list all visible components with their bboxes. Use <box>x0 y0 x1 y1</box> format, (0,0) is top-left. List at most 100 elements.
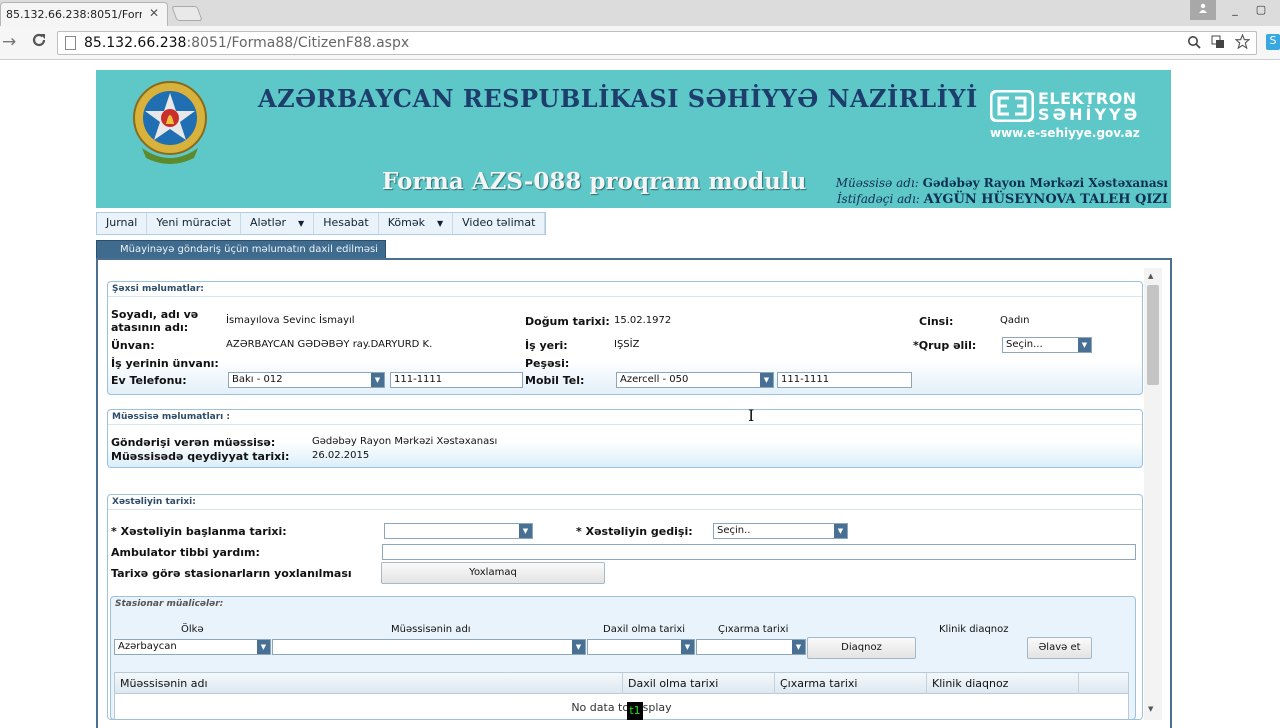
chevron-down-icon[interactable]: ▼ <box>371 373 384 387</box>
panel-divider <box>108 424 1142 425</box>
menu-item-new-request[interactable]: Yeni müraciət <box>147 213 242 234</box>
disability-group-value: Seçin... <box>1006 339 1043 350</box>
gender-label: Cinsi: <box>919 315 954 328</box>
bookmark-star-icon[interactable] <box>1234 33 1251 53</box>
e-sehiyye-logo: ELEKTRON SƏHİYYƏ www.e-sehiyye.gov.az <box>988 88 1160 144</box>
address-label: Ünvan: <box>111 339 155 352</box>
menu-item-help[interactable]: Kömək ▼ <box>379 213 454 234</box>
chevron-down-icon[interactable]: ▼ <box>760 373 773 387</box>
admission-date-picker[interactable]: ▼ <box>587 639 695 655</box>
page-scrollbar[interactable]: ▲ ▼ <box>1144 268 1162 720</box>
zoom-icon[interactable] <box>1187 36 1211 53</box>
main-menu: Jurnal Yeni müraciət Alətlər ▼ Hesabat Kö… <box>96 212 547 235</box>
browser-tab[interactable]: 85.132.66.238:8051/Forma ✕ <box>0 2 168 26</box>
user-info: İstifadəçi adı: AYGÜN HÜSEYNOVA TALEH QI… <box>837 192 1168 207</box>
home-phone-code-select[interactable]: Bakı - 012 ▼ <box>228 372 385 388</box>
institution-column-label: Müəssisənin adı <box>391 624 471 635</box>
stationary-treatments-panel: Stasionar müalicələr: Ölkə Müəssisənin a… <box>110 596 1136 720</box>
birth-date-value: 15.02.1972 <box>614 315 672 326</box>
stationary-institution-select[interactable]: ▼ <box>272 639 586 655</box>
chevron-down-icon[interactable]: ▼ <box>792 640 805 654</box>
panel-legend: Şəxsi məlumatlar: <box>112 284 204 294</box>
profession-label: Peşəsi: <box>525 357 570 370</box>
mobile-phone-input[interactable]: 111-1111 <box>777 372 912 388</box>
omnibox-icons <box>1187 33 1251 53</box>
menu-item-video-guide[interactable]: Video təlimat <box>453 213 546 234</box>
grid-column-header[interactable]: Çıxarma tarixi <box>775 673 927 694</box>
chevron-down-icon[interactable]: ▼ <box>572 640 585 654</box>
disease-course-value: Seçin.. <box>717 525 751 536</box>
chevron-down-icon[interactable]: ▼ <box>257 640 270 654</box>
name-label-line2: atasının adı: <box>111 321 189 334</box>
scrollbar-thumb[interactable] <box>1147 285 1159 385</box>
mobile-operator-select[interactable]: Azercell - 050 ▼ <box>616 372 774 388</box>
institution-info-label: Müəssisə adı: <box>835 176 919 190</box>
grid-empty-message: No data to display <box>571 701 672 714</box>
disease-start-date-picker[interactable]: ▼ <box>384 523 533 539</box>
browser-toolbar: → 85.132.66.238:8051/Forma88/CitizenF88.… <box>0 26 1280 60</box>
minimize-button[interactable]: _ <box>1222 0 1248 20</box>
logo-line-2: SƏHİYYƏ <box>1038 105 1141 124</box>
chevron-down-icon[interactable]: ▼ <box>1078 338 1091 352</box>
close-tab-icon[interactable]: ✕ <box>149 6 159 20</box>
back-arrow-icon[interactable]: → <box>2 32 16 52</box>
birth-date-label: Doğum tarixi: <box>525 315 610 328</box>
address-bar[interactable]: 85.132.66.238:8051/Forma88/CitizenF88.as… <box>57 31 1257 55</box>
disability-group-select[interactable]: Seçin... ▼ <box>1002 337 1092 353</box>
discharge-date-picker[interactable]: ▼ <box>696 639 806 655</box>
menu-item-label: Alətlər <box>250 216 287 229</box>
chevron-down-icon[interactable]: ▼ <box>834 524 847 538</box>
grid-header: Müəssisənin adı Daxil olma tarixi Çıxarm… <box>115 673 1128 694</box>
new-tab-button[interactable] <box>171 6 203 21</box>
reload-icon[interactable] <box>31 32 47 53</box>
module-title: Forma AZS-088 proqram modulu <box>382 168 807 195</box>
diagnosis-button[interactable]: Diaqnoz <box>807 637 916 659</box>
discharge-column-label: Çıxarma tarixi <box>718 624 789 635</box>
close-window-button[interactable] <box>1274 0 1280 20</box>
institution-info-value: Gədəbəy Rayon Mərkəzi Xəstəxanası <box>922 176 1168 190</box>
user-profile-icon[interactable] <box>1190 0 1216 20</box>
tab-referral-entry[interactable]: Müayinəyə göndəriş üçün məlumatın daxil … <box>96 240 386 259</box>
address-value: AZƏRBAYCAN GƏDƏBƏY ray.DARYURD K. <box>226 339 433 350</box>
chevron-down-icon[interactable]: ▼ <box>519 524 532 538</box>
sender-institution-label: Göndərişi verən müəssisə: <box>111 436 276 449</box>
scroll-up-icon[interactable]: ▲ <box>1148 272 1153 280</box>
menu-item-label: Jurnal <box>106 216 138 229</box>
menu-item-jurnal[interactable]: Jurnal <box>97 213 148 234</box>
home-phone-input[interactable]: 111-1111 <box>390 372 523 388</box>
panel-divider <box>108 296 1142 297</box>
disease-course-select[interactable]: Seçin.. ▼ <box>713 523 848 539</box>
admission-column-label: Daxil olma tarixi <box>603 624 686 635</box>
tab-title: 85.132.66.238:8051/Forma <box>6 8 142 21</box>
menu-item-tools[interactable]: Alətlər ▼ <box>241 213 315 234</box>
translate-icon[interactable] <box>1211 35 1235 53</box>
add-button[interactable]: Əlavə et <box>1027 637 1092 659</box>
disability-group-label: *Qrup əlil: <box>913 339 977 352</box>
registration-date-label: Müəssisədə qeydiyyat tarixi: <box>111 450 290 463</box>
grid-column-header[interactable]: Klinik diaqnoz <box>927 673 1079 694</box>
check-button[interactable]: Yoxlamaq <box>381 562 605 584</box>
chevron-down-icon: ▼ <box>436 219 444 228</box>
grid-column-header[interactable]: Daxil olma tarixi <box>623 673 775 694</box>
grid-column-header[interactable]: Müəssisənin adı <box>115 673 623 694</box>
text-cursor-icon: I <box>748 406 755 425</box>
skype-extension-icon[interactable]: S <box>1266 34 1280 50</box>
menu-item-label: Video təlimat <box>462 216 536 229</box>
ambulatory-input[interactable] <box>382 544 1136 560</box>
workplace-label: İş yeri: <box>525 339 568 352</box>
panel-legend: Müəssisə məlumatları : <box>112 412 231 422</box>
maximize-button[interactable]: ▢ <box>1248 0 1274 20</box>
country-select[interactable]: Azərbaycan ▼ <box>114 639 271 655</box>
country-column-label: Ölkə <box>181 624 204 635</box>
scroll-down-icon[interactable]: ▼ <box>1148 705 1153 713</box>
e-sehiyye-logo-icon <box>990 90 1034 122</box>
gender-value: Qadın <box>1000 315 1030 326</box>
home-phone-label: Ev Telefonu: <box>111 374 187 387</box>
state-emblem-icon <box>133 81 207 164</box>
url-path: :8051/Forma88/CitizenF88.aspx <box>186 35 410 51</box>
user-info-label: İstifadəçi adı: <box>836 192 920 206</box>
sender-institution-value: Gədəbəy Rayon Mərkəzi Xəstəxanası <box>312 436 498 447</box>
ambulatory-label: Ambulator tibbi yardım: <box>111 546 260 559</box>
menu-item-report[interactable]: Hesabat <box>314 213 379 234</box>
chevron-down-icon[interactable]: ▼ <box>681 640 694 654</box>
